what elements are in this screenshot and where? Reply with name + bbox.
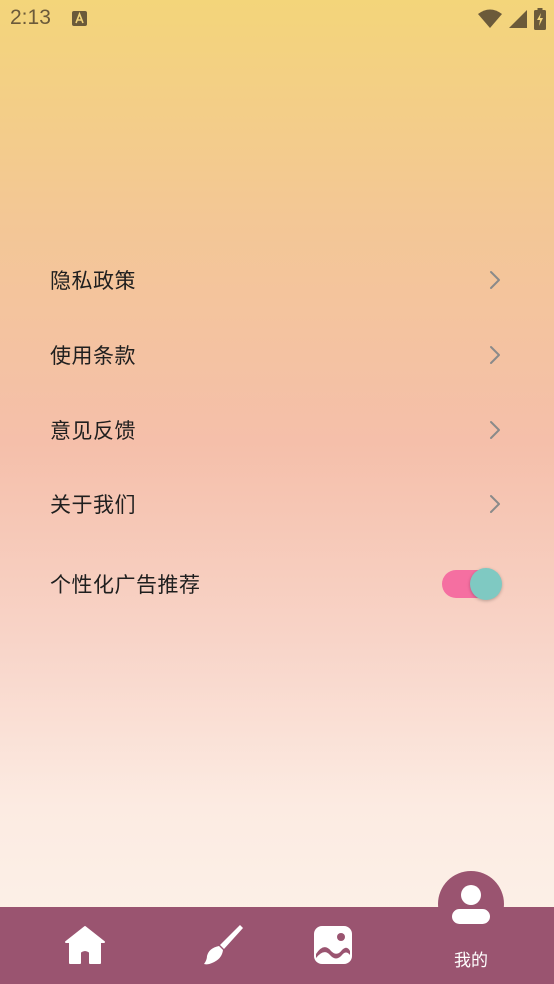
privacy-policy-row[interactable]: 隐私政策 bbox=[0, 248, 554, 312]
status-time: 2:13 bbox=[10, 6, 51, 29]
row-label: 关于我们 bbox=[50, 493, 136, 517]
row-label: 意见反馈 bbox=[50, 419, 136, 443]
signal-icon bbox=[509, 10, 527, 28]
chevron-right-icon bbox=[490, 346, 500, 364]
chevron-right-icon bbox=[490, 495, 500, 513]
nav-brush[interactable] bbox=[178, 907, 268, 984]
about-us-row[interactable]: 关于我们 bbox=[0, 472, 554, 536]
feedback-row[interactable]: 意见反馈 bbox=[0, 398, 554, 462]
profile-bubble[interactable] bbox=[438, 871, 504, 937]
status-icons bbox=[478, 8, 546, 30]
brush-icon bbox=[204, 925, 243, 965]
nav-home[interactable] bbox=[40, 907, 130, 984]
toggle-thumb bbox=[470, 568, 502, 600]
settings-screen: 2:13 隐私政策 使用条款 意见反馈 关于我们 个性化广告推荐 我的 bbox=[0, 0, 554, 984]
row-label: 个性化广告推荐 bbox=[50, 573, 201, 597]
terms-of-use-row[interactable]: 使用条款 bbox=[0, 323, 554, 387]
a-notification-icon bbox=[72, 11, 87, 26]
row-label: 隐私政策 bbox=[50, 269, 136, 293]
image-icon bbox=[314, 926, 352, 964]
person-icon bbox=[452, 885, 490, 924]
chevron-right-icon bbox=[490, 271, 500, 289]
battery-charging-icon bbox=[534, 8, 546, 30]
row-label: 使用条款 bbox=[50, 344, 136, 368]
personalized-ads-row: 个性化广告推荐 bbox=[0, 552, 554, 616]
nav-label-mine[interactable]: 我的 bbox=[438, 946, 504, 971]
nav-gallery[interactable] bbox=[288, 907, 378, 984]
personalized-ads-toggle[interactable] bbox=[442, 568, 502, 600]
chevron-right-icon bbox=[490, 421, 500, 439]
status-bar: 2:13 bbox=[0, 0, 554, 38]
home-icon bbox=[65, 926, 105, 964]
wifi-icon bbox=[478, 9, 502, 28]
